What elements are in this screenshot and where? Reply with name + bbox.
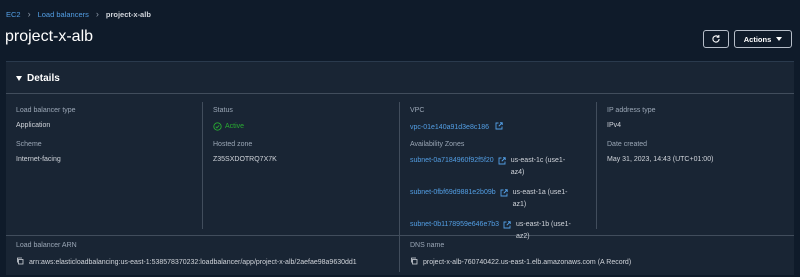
zone-label: us-east-1a (use1-az1): [512, 189, 568, 208]
status-indicator: Active: [213, 122, 244, 131]
load-balancer-type-field: Load balancer type Application: [16, 107, 76, 129]
chevron-right-icon: ›: [27, 8, 31, 19]
field-label: Status: [213, 107, 233, 114]
list-item: subnet-0b1178959e646e7b3 us-east-1b (use…: [410, 219, 584, 243]
external-link-icon[interactable]: [503, 221, 511, 229]
vpc-id[interactable]: vpc-01e140a91d3e8c186: [410, 124, 489, 131]
column-divider: [399, 102, 400, 272]
breadcrumb-ec2-link[interactable]: EC2: [6, 10, 21, 19]
subnet-id[interactable]: subnet-0a7184960f92f5f20: [410, 155, 494, 167]
field-value: IPv4: [607, 122, 622, 129]
success-check-icon: [213, 122, 222, 131]
chevron-right-icon: ›: [95, 8, 99, 19]
vpc-link[interactable]: vpc-01e140a91d3e8c186: [410, 122, 503, 131]
ip-address-type-field: IP address type IPv4: [607, 107, 656, 129]
field-label: VPC: [410, 107, 425, 114]
subnet-link[interactable]: subnet-0b1178959e646e7b3: [410, 219, 511, 231]
zone-label: us-east-1c (use1-az4): [510, 157, 566, 176]
subnet-id[interactable]: subnet-0fbf69d9881e2b09b: [410, 187, 496, 199]
list-item: subnet-0a7184960f92f5f20 us-east-1c (use…: [410, 155, 584, 179]
breadcrumb: EC2 › Load balancers › project-x-alb: [6, 8, 151, 20]
subnet-link[interactable]: subnet-0a7184960f92f5f20: [410, 155, 506, 167]
copy-icon[interactable]: [410, 257, 418, 265]
copy-icon[interactable]: [16, 257, 24, 265]
dns-value: project-x-alb-760740422.us-east-1.elb.am…: [423, 259, 632, 266]
subnet-id[interactable]: subnet-0b1178959e646e7b3: [410, 219, 499, 231]
field-value: Z35SXDOTRQ7X7K: [213, 156, 277, 163]
dns-name-field: DNS name project-x-alb-760740422.us-east…: [410, 242, 631, 266]
subnet-link[interactable]: subnet-0fbf69d9881e2b09b: [410, 187, 508, 199]
refresh-button[interactable]: [703, 30, 729, 48]
availability-zones-list: subnet-0a7184960f92f5f20 us-east-1c (use…: [410, 155, 584, 243]
field-label: Availability Zones: [410, 141, 465, 148]
details-title[interactable]: Details: [27, 73, 60, 84]
dns-value-row: project-x-alb-760740422.us-east-1.elb.am…: [410, 257, 631, 266]
field-label: IP address type: [607, 107, 656, 114]
external-link-icon[interactable]: [495, 122, 503, 130]
zone-label: us-east-1b (use1-az2): [516, 221, 571, 240]
field-value: Internet-facing: [16, 156, 61, 163]
scheme-field: Scheme Internet-facing: [16, 141, 61, 163]
arn-value: arn:aws:elasticloadbalancing:us-east-1:5…: [29, 259, 357, 266]
row-divider: [6, 235, 794, 236]
status-field: Status Active: [213, 107, 244, 131]
breadcrumb-load-balancers-link[interactable]: Load balancers: [38, 10, 89, 19]
field-label: Hosted zone: [213, 141, 253, 148]
actions-label: Actions: [743, 34, 772, 44]
details-header: Details: [6, 62, 794, 94]
field-label: Date created: [607, 141, 648, 148]
vpc-field: VPC vpc-01e140a91d3e8c186: [410, 107, 503, 131]
external-link-icon[interactable]: [500, 189, 508, 197]
field-label: Scheme: [16, 141, 42, 148]
page-title: project-x-alb: [5, 28, 94, 45]
column-divider: [202, 102, 203, 229]
field-value: Application: [16, 122, 51, 129]
external-link-icon[interactable]: [498, 157, 506, 165]
list-item: subnet-0fbf69d9881e2b09b us-east-1a (use…: [410, 187, 584, 211]
caret-down-icon[interactable]: [16, 76, 22, 81]
refresh-icon: [712, 34, 720, 43]
field-value: May 31, 2023, 14:43 (UTC+01:00): [607, 156, 714, 163]
breadcrumb-current: project-x-alb: [105, 9, 151, 19]
field-label: Load balancer ARN: [16, 242, 77, 249]
availability-zones-field: Availability Zones subnet-0a7184960f92f5…: [410, 141, 584, 243]
field-label: DNS name: [410, 242, 445, 249]
caret-down-icon: [776, 37, 783, 41]
date-created-field: Date created May 31, 2023, 14:43 (UTC+01…: [607, 141, 713, 163]
hosted-zone-field: Hosted zone Z35SXDOTRQ7X7K: [213, 141, 277, 163]
arn-value-row: arn:aws:elasticloadbalancing:us-east-1:5…: [16, 257, 357, 266]
field-label: Load balancer type: [16, 107, 76, 114]
status-value: Active: [225, 123, 245, 130]
details-panel: Details Load balancer type Application S…: [6, 61, 794, 275]
actions-button[interactable]: Actions: [734, 30, 792, 48]
arn-field: Load balancer ARN arn:aws:elasticloadbal…: [16, 242, 357, 266]
column-divider: [596, 102, 597, 229]
